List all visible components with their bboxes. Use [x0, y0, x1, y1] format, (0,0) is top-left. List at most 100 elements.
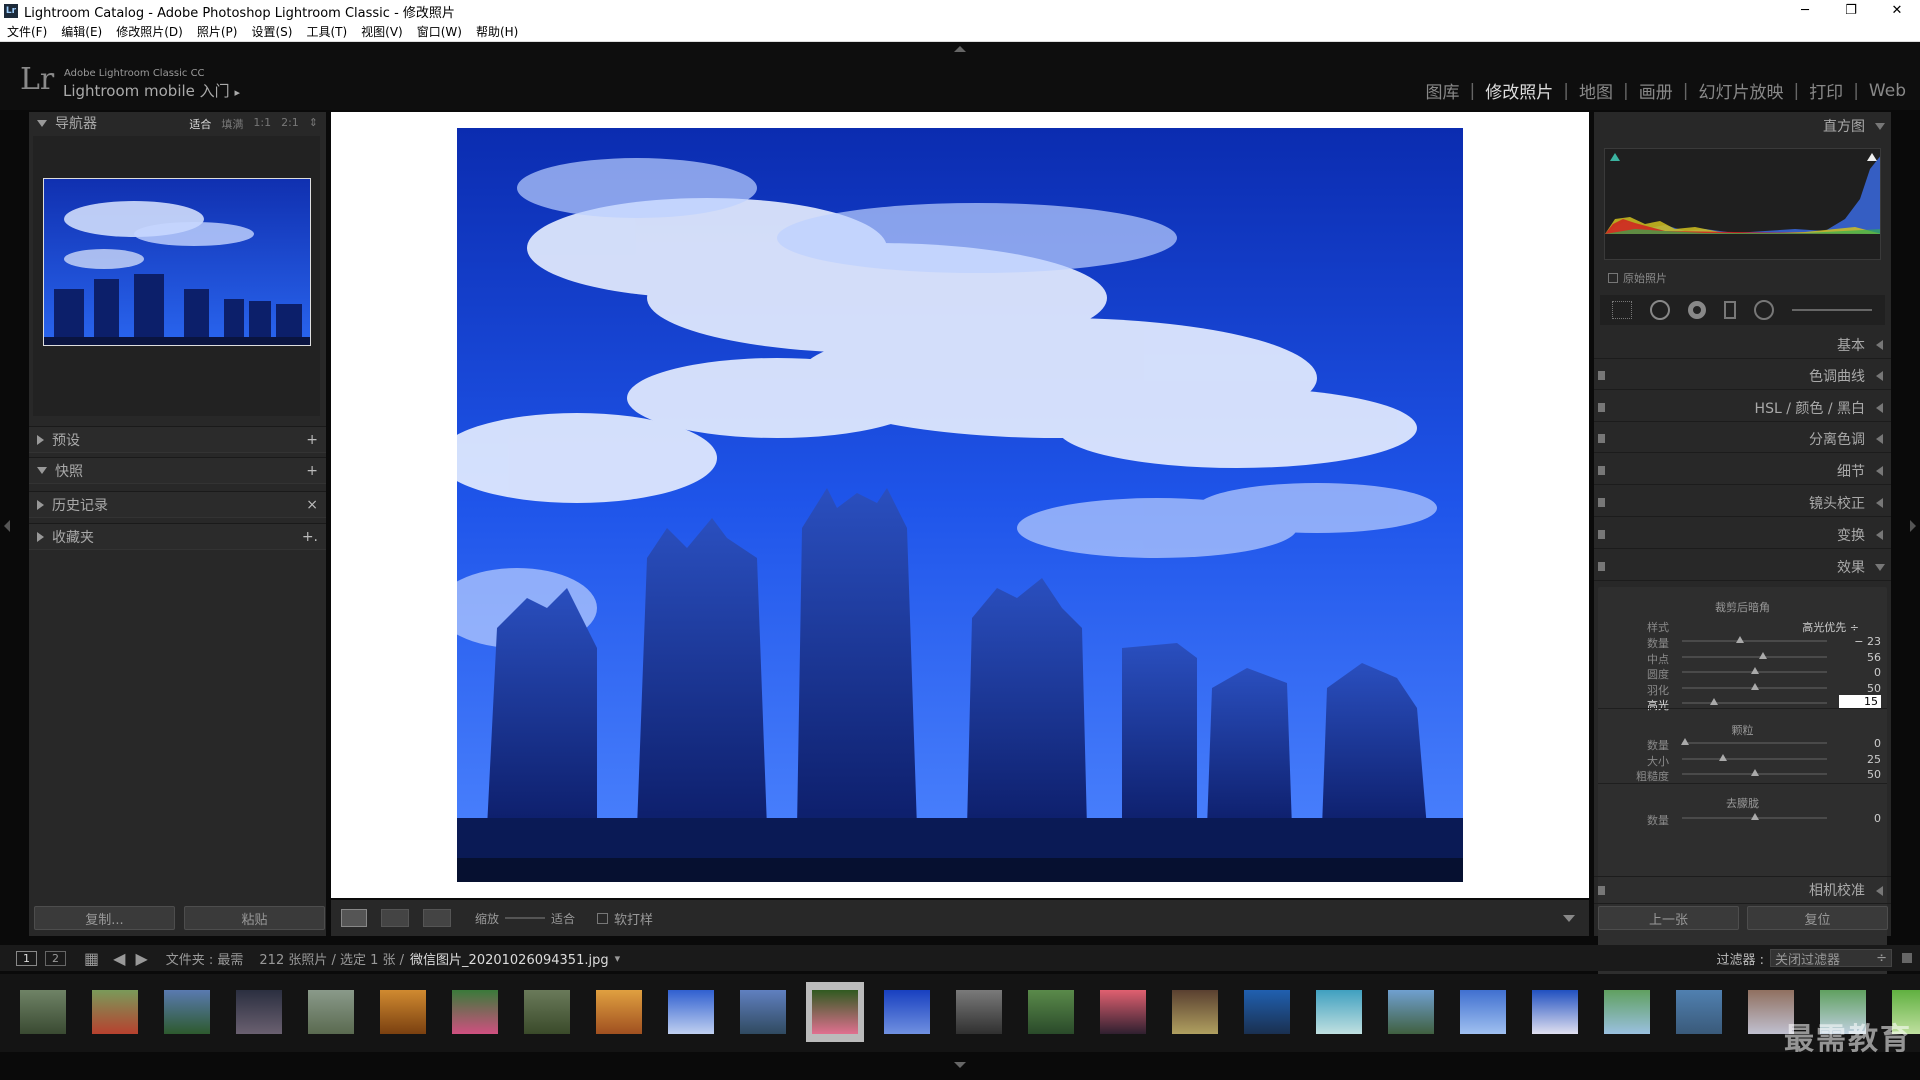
filmstrip-thumbnail[interactable] [1598, 982, 1656, 1042]
slider-track[interactable] [1682, 702, 1827, 704]
before-after-yy-icon[interactable] [423, 909, 451, 927]
tone-curve-section[interactable]: 色调曲线 [1594, 362, 1891, 390]
filmstrip-thumbnail[interactable] [374, 982, 432, 1042]
filmstrip-thumbnail[interactable] [230, 982, 288, 1042]
slider-track[interactable] [1682, 742, 1827, 744]
softproof-checkbox[interactable] [597, 912, 609, 924]
zoom-fit[interactable]: 适合 [189, 116, 211, 132]
slider-knob[interactable] [1718, 753, 1727, 761]
module-library[interactable]: 图库 [1426, 78, 1460, 103]
bottom-panel-toggle-icon[interactable] [954, 1062, 966, 1068]
histogram-header[interactable]: 直方图 [1594, 112, 1891, 140]
toolbar-menu-icon[interactable] [1563, 914, 1575, 922]
slider-value[interactable]: 50 [1867, 682, 1881, 695]
module-map[interactable]: 地图 [1579, 78, 1613, 103]
forward-arrow-icon[interactable]: ▶ [135, 949, 147, 968]
back-arrow-icon[interactable]: ◀ [113, 949, 125, 968]
split-toning-section[interactable]: 分离色调 [1594, 425, 1891, 453]
before-after-lr-icon[interactable] [381, 909, 409, 927]
filmstrip-thumbnail[interactable] [518, 982, 576, 1042]
slider-value[interactable]: − 23 [1854, 635, 1881, 648]
primary-window-button[interactable]: 1 [16, 950, 37, 966]
zoom-2-1[interactable]: 2:1 [281, 116, 299, 132]
presets-section[interactable]: 预设 + [29, 426, 326, 453]
zoom-fill[interactable]: 填满 [221, 116, 243, 132]
module-slideshow[interactable]: 幻灯片放映 [1698, 78, 1783, 103]
filename-dropdown-icon[interactable]: ▾ [615, 952, 621, 965]
module-web[interactable]: Web [1869, 81, 1906, 101]
top-panel-toggle-icon[interactable] [954, 46, 966, 52]
panel-toggle-switch[interactable] [1598, 403, 1605, 412]
filmstrip-thumbnail[interactable] [950, 982, 1008, 1042]
slider-knob[interactable] [1680, 738, 1689, 745]
minimize-button[interactable]: ─ [1782, 0, 1828, 22]
menu-photo[interactable]: 照片(P) [190, 23, 245, 40]
menu-settings[interactable]: 设置(S) [244, 23, 299, 40]
left-panel-toggle-icon[interactable] [4, 520, 10, 532]
filmstrip-thumbnail[interactable] [662, 982, 720, 1042]
slider-knob[interactable] [1709, 698, 1718, 705]
filmstrip-thumbnail[interactable] [1310, 982, 1368, 1042]
copy-settings-button[interactable]: 复制... [34, 906, 175, 930]
panel-toggle-switch[interactable] [1598, 371, 1605, 380]
panel-toggle-switch[interactable] [1598, 434, 1605, 443]
slider-value[interactable]: 0 [1874, 812, 1881, 825]
folder-source[interactable]: 文件夹 : 最需 [166, 949, 244, 968]
navigator-header[interactable]: 导航器 适合 填满 1:1 2:1 ⇕ [29, 112, 326, 134]
hsl-section[interactable]: HSL / 颜色 / 黑白 [1594, 394, 1891, 422]
panel-toggle-switch[interactable] [1598, 562, 1605, 571]
menu-help[interactable]: 帮助(H) [469, 23, 525, 40]
filter-dropdown[interactable]: 关闭过滤器 ÷ [1770, 949, 1892, 968]
slider-knob[interactable] [1750, 813, 1759, 820]
filmstrip-thumbnail[interactable] [1166, 982, 1224, 1042]
filmstrip-thumbnail[interactable] [158, 982, 216, 1042]
panel-toggle-switch[interactable] [1598, 530, 1605, 539]
snapshots-section[interactable]: 快照 + [29, 457, 326, 484]
clear-history-button[interactable]: × [306, 497, 318, 513]
slider-knob[interactable] [1759, 651, 1768, 659]
slider-value[interactable]: 15 [1839, 695, 1881, 709]
filmstrip-thumbnail[interactable] [590, 982, 648, 1042]
add-snapshot-button[interactable]: + [306, 463, 318, 479]
module-print[interactable]: 打印 [1809, 78, 1843, 103]
filmstrip-thumbnail[interactable] [1022, 982, 1080, 1042]
slider-knob[interactable] [1736, 636, 1744, 643]
main-photo[interactable] [457, 128, 1463, 882]
transform-section[interactable]: 变换 [1594, 521, 1891, 549]
menu-develop[interactable]: 修改照片(D) [109, 23, 190, 40]
camera-calibration-section[interactable]: 相机校准 [1594, 876, 1891, 904]
radial-filter-icon[interactable] [1754, 300, 1774, 320]
filmstrip-thumbnail[interactable] [86, 982, 144, 1042]
panel-toggle-switch[interactable] [1598, 886, 1605, 895]
menu-view[interactable]: 视图(V) [354, 23, 410, 40]
slider-track[interactable] [1682, 757, 1827, 760]
zoom-slider[interactable] [505, 917, 546, 919]
close-button[interactable]: ✕ [1874, 0, 1920, 22]
menu-window[interactable]: 窗口(W) [410, 23, 469, 40]
previous-button[interactable]: 上一张 [1598, 906, 1739, 930]
slider-knob[interactable] [1750, 682, 1759, 690]
detail-section[interactable]: 细节 [1594, 457, 1891, 485]
right-panel-toggle-icon[interactable] [1910, 520, 1916, 532]
menu-edit[interactable]: 编辑(E) [54, 23, 109, 40]
filmstrip-thumbnail[interactable] [1094, 982, 1152, 1042]
red-eye-icon[interactable] [1688, 301, 1706, 319]
filmstrip-thumbnail[interactable] [1454, 982, 1512, 1042]
current-filename[interactable]: 微信图片_20201026094351.jpg [410, 949, 609, 968]
history-section[interactable]: 历史记录 × [29, 491, 326, 518]
slider-value[interactable]: 56 [1867, 651, 1881, 664]
zoom-more-arrows-icon[interactable]: ⇕ [309, 116, 318, 132]
effects-section[interactable]: 效果 [1594, 553, 1891, 581]
zoom-1-1[interactable]: 1:1 [253, 116, 271, 132]
module-develop[interactable]: 修改照片 [1485, 78, 1553, 103]
navigator-preview-image[interactable] [43, 178, 311, 346]
panel-toggle-switch[interactable] [1598, 498, 1605, 507]
collections-section[interactable]: 收藏夹 +. [29, 523, 326, 550]
slider-value[interactable]: 0 [1874, 737, 1881, 750]
filmstrip-thumbnail[interactable] [1382, 982, 1440, 1042]
lightroom-mobile-link[interactable]: Lightroom mobile 入门 ▸ [63, 80, 240, 101]
filmstrip-thumbnail[interactable] [734, 982, 792, 1042]
add-collection-button[interactable]: +. [302, 529, 318, 545]
panel-toggle-switch[interactable] [1598, 466, 1605, 475]
restore-button[interactable]: ❐ [1828, 0, 1874, 22]
